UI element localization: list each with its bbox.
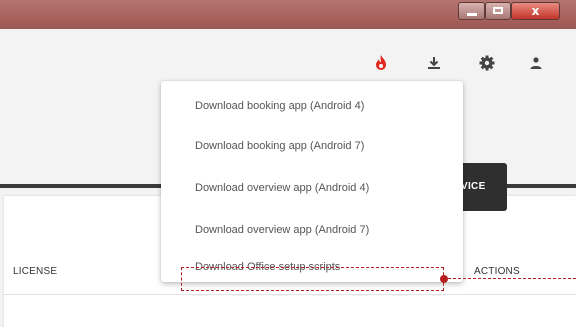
download-icon[interactable] bbox=[424, 53, 444, 73]
callout-dot bbox=[440, 275, 448, 283]
close-button[interactable]: x bbox=[511, 2, 560, 20]
callout-line bbox=[448, 278, 576, 279]
menu-item-overview-android-4[interactable]: Download overview app (Android 4) bbox=[161, 169, 463, 207]
menu-item-overview-android-7[interactable]: Download overview app (Android 7) bbox=[161, 211, 463, 249]
gear-icon[interactable] bbox=[477, 53, 497, 73]
download-menu: Download booking app (Android 4) Downloa… bbox=[161, 81, 463, 282]
user-icon[interactable] bbox=[526, 53, 546, 73]
highlight-box bbox=[181, 267, 444, 291]
table-header-divider bbox=[4, 294, 576, 295]
window-titlebar: x bbox=[0, 0, 576, 29]
minimize-button[interactable] bbox=[458, 2, 485, 20]
column-header-license: LICENSE bbox=[13, 266, 58, 277]
menu-item-booking-android-4[interactable]: Download booking app (Android 4) bbox=[161, 87, 463, 125]
column-header-actions: ACTIONS bbox=[474, 266, 520, 277]
fire-icon[interactable] bbox=[371, 53, 391, 73]
maximize-button[interactable] bbox=[485, 2, 511, 20]
menu-item-booking-android-7[interactable]: Download booking app (Android 7) bbox=[161, 127, 463, 165]
